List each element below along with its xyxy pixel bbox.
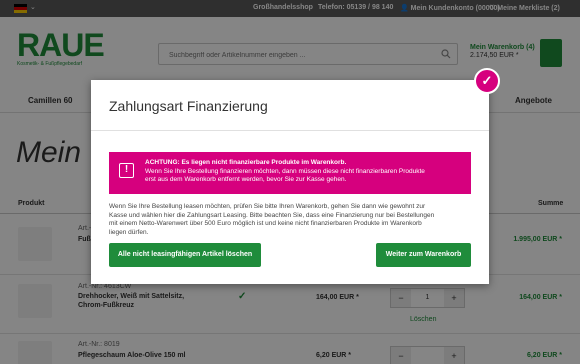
alert-text-line: erst aus dem Warenkorb entfernt werden, …	[145, 176, 347, 183]
modal-body-text: Wenn Sie Ihre Bestellung leasen möchten,…	[109, 203, 435, 237]
continue-to-cart-button[interactable]: Weiter zum Warenkorb	[376, 243, 471, 267]
alert-text-line: Wenn Sie Ihre Bestellung finanzieren möc…	[145, 167, 425, 175]
warning-alert: ! ACHTUNG: Es liegen nicht finanzierbare…	[109, 152, 471, 194]
delete-non-leasable-button[interactable]: Alle nicht leasingfähigen Artikel lösche…	[109, 243, 261, 267]
financing-payment-modal: Zahlungsart Finanzierung ✓ ! ACHTUNG: Es…	[91, 68, 500, 284]
warning-icon: !	[119, 163, 134, 178]
modal-divider	[91, 130, 489, 131]
close-check-icon[interactable]: ✓	[474, 68, 500, 94]
alert-heading: ACHTUNG: Es liegen nicht finanzierbare P…	[145, 159, 347, 166]
modal-title: Zahlungsart Finanzierung	[109, 98, 268, 114]
